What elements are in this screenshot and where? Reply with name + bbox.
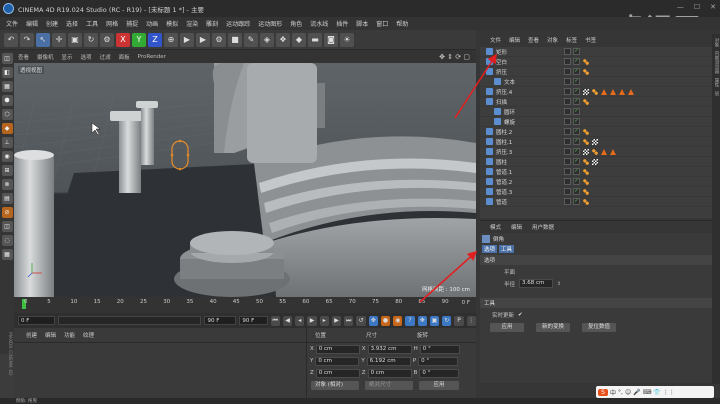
ime-item[interactable]: °, bbox=[618, 389, 623, 396]
ime-item[interactable]: 🎤 bbox=[633, 389, 640, 396]
ime-item[interactable]: ⌨ bbox=[643, 389, 652, 396]
ime-toolbar: S 中 °, ☺ 🎤 ⌨ 👕 ⋮⋮ bbox=[596, 386, 714, 398]
status-bar: 倒角: 拖曳 bbox=[0, 398, 720, 404]
ime-item[interactable]: 👕 bbox=[653, 389, 660, 396]
annotation-arrows bbox=[419, 53, 497, 303]
ime-item[interactable]: ⋮⋮ bbox=[663, 389, 675, 396]
ime-logo[interactable]: S bbox=[598, 388, 608, 396]
ime-item[interactable]: ☺ bbox=[625, 389, 631, 396]
ime-item[interactable]: 中 bbox=[610, 388, 616, 397]
